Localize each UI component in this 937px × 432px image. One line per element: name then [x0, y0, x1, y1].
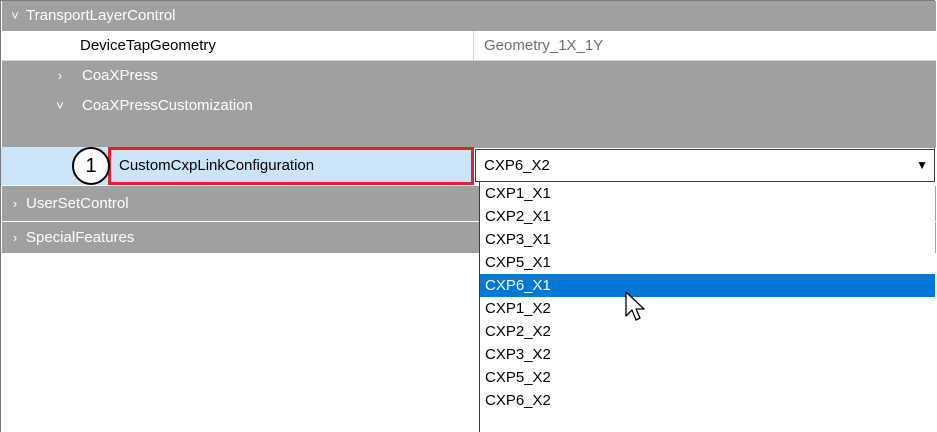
- callout-badge: 1: [72, 147, 110, 185]
- category-label: UserSetControl: [26, 195, 129, 212]
- category-label: CoaXPress: [82, 67, 158, 84]
- property-row-device-tap-geometry[interactable]: DeviceTapGeometry Geometry_1X_1Y: [2, 31, 936, 61]
- property-value: Geometry_1X_1Y: [474, 31, 936, 61]
- category-label: CoaXPressCustomization: [82, 97, 253, 114]
- dropdown-option[interactable]: CXP6_X2: [480, 389, 935, 412]
- dropdown-option-highlighted[interactable]: CXP6_X1: [480, 274, 935, 297]
- dropdown-option[interactable]: CXP2_X2: [480, 320, 935, 343]
- link-configuration-combobox[interactable]: CXP6_X2 ▼: [475, 149, 935, 182]
- mouse-pointer-icon: [625, 291, 645, 321]
- dropdown-arrow-icon[interactable]: ▼: [916, 150, 928, 181]
- category-coaxpress-customization[interactable]: ˅ CoaXPressCustomization: [2, 91, 936, 121]
- dropdown-option[interactable]: CXP1_X1: [480, 182, 935, 205]
- property-name: DeviceTapGeometry: [2, 31, 474, 61]
- chevron-right-icon[interactable]: ›: [52, 61, 68, 91]
- dropdown-option[interactable]: CXP5_X2: [480, 366, 935, 389]
- category-label: SpecialFeatures: [26, 229, 135, 246]
- dropdown-option[interactable]: CXP3_X2: [480, 343, 935, 366]
- property-name-custom-cxp-link-configuration[interactable]: CustomCxpLinkConfiguration: [108, 147, 474, 185]
- category-transport-layer-control[interactable]: ˅ TransportLayerControl: [2, 1, 936, 31]
- dropdown-option[interactable]: CXP2_X1: [480, 205, 935, 228]
- dropdown-option[interactable]: CXP3_X1: [480, 228, 935, 251]
- category-coaxpress[interactable]: › CoaXPress: [2, 61, 936, 91]
- chevron-right-icon[interactable]: ›: [7, 186, 23, 221]
- category-spacer: [2, 121, 936, 148]
- link-configuration-dropdown-list[interactable]: CXP1_X1 CXP2_X1 CXP3_X1 CXP5_X1 CXP6_X1 …: [479, 182, 935, 432]
- dropdown-option[interactable]: CXP5_X1: [480, 251, 935, 274]
- dropdown-option[interactable]: CXP1_X2: [480, 297, 935, 320]
- chevron-down-icon[interactable]: ˅: [52, 91, 68, 121]
- combobox-value: CXP6_X2: [484, 157, 550, 174]
- chevron-down-icon[interactable]: ˅: [7, 1, 23, 31]
- category-label: TransportLayerControl: [26, 7, 176, 24]
- chevron-right-icon[interactable]: ›: [7, 222, 23, 253]
